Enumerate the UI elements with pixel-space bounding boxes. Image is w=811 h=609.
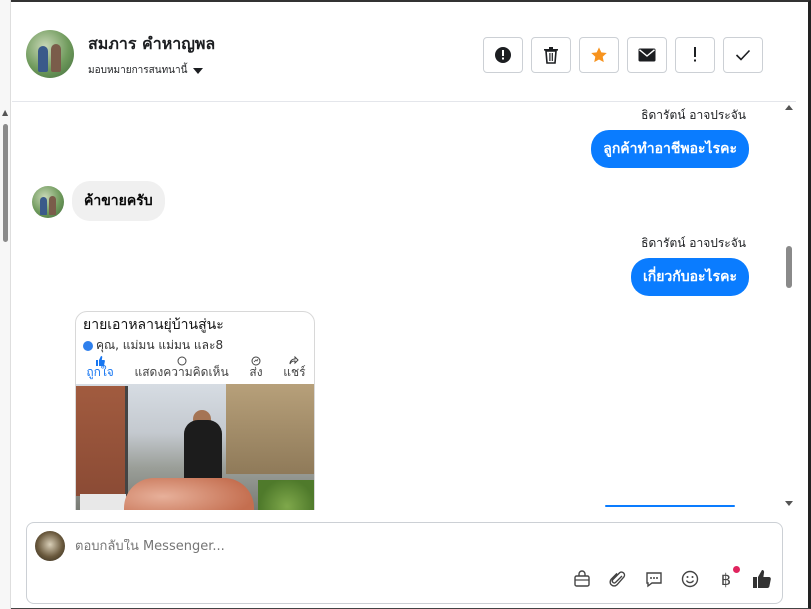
spam-button[interactable] <box>675 37 715 73</box>
baht-icon: ฿ <box>720 569 732 589</box>
reply-input[interactable] <box>75 539 675 554</box>
emoji-button[interactable] <box>680 569 700 589</box>
post-reactions: คุณ, แม่มน แม่มน และ8 <box>83 336 223 355</box>
reactions-text: คุณ, แม่มน แม่มน และ8 <box>96 338 224 352</box>
outgoing-message[interactable]: ลูกค้าทำอาชีพอะไรคะ <box>591 130 749 168</box>
check-icon <box>735 49 751 61</box>
paperclip-icon <box>609 571 626 587</box>
send-like-button[interactable] <box>752 569 772 589</box>
send-label: ส่ง <box>249 365 263 379</box>
left-scrollbar[interactable]: ▲ <box>0 0 11 609</box>
mail-icon <box>638 48 656 62</box>
like-label: ถูกใจ <box>86 365 114 379</box>
post-photo <box>76 384 314 510</box>
shop-button[interactable] <box>572 569 592 589</box>
mark-done-button[interactable] <box>723 37 763 73</box>
attach-button[interactable] <box>608 569 628 589</box>
post-like-action: ถูกใจ <box>86 356 114 384</box>
conversation-actions <box>483 37 763 73</box>
trash-icon <box>544 47 558 64</box>
outgoing-message-edge <box>605 505 735 507</box>
star-button[interactable] <box>579 37 619 73</box>
message-sender: ธิดารัตน์ อาจประจัน <box>641 236 746 250</box>
contact-avatar-small[interactable] <box>32 186 64 218</box>
scroll-down-arrow-icon[interactable] <box>785 501 793 506</box>
payment-button[interactable]: ฿ <box>716 566 740 589</box>
thumbs-up-icon <box>753 570 771 588</box>
post-send-action: ส่ง <box>249 356 263 384</box>
report-button[interactable] <box>483 37 523 73</box>
page-avatar <box>35 531 65 561</box>
message-sender: ธิดารัตน์ อาจประจัน <box>641 108 746 122</box>
assign-label: มอบหมายการสนทนานี้ <box>88 65 188 76</box>
contact-avatar[interactable] <box>26 30 74 78</box>
caret-down-icon <box>193 67 204 74</box>
share-label: แชร์ <box>283 365 306 379</box>
emoji-icon <box>681 570 699 588</box>
conversation-header: สมภาร คำหาญพล มอบหมายการสนทนานี้ <box>12 2 796 102</box>
alert-circle-icon <box>495 47 511 63</box>
incoming-message[interactable]: ค้าขายครับ <box>72 181 165 221</box>
thread-scrollbar[interactable] <box>783 103 796 510</box>
star-icon <box>591 47 607 63</box>
contact-name[interactable]: สมภาร คำหาญพล <box>88 32 215 57</box>
like-reaction-icon <box>83 340 93 351</box>
image-attachment[interactable]: ยายเอาหลานยุ่บ้านสู่นะ คุณ, แม่มน แม่มน … <box>75 311 315 510</box>
post-share-action: แชร์ <box>283 356 306 384</box>
composer-tools: ฿ <box>572 566 772 589</box>
post-action-bar: ถูกใจ แสดงความคิดเห็น ส่ง แชร์ <box>76 356 314 384</box>
message-thread[interactable]: ธิดารัตน์ อาจประจัน ลูกค้าทำอาชีพอะไรคะ … <box>12 103 783 510</box>
delete-button[interactable] <box>531 37 571 73</box>
outgoing-message[interactable]: เกี่ยวกับอะไรคะ <box>630 258 749 296</box>
exclamation-icon <box>694 47 696 62</box>
scroll-up-arrow-icon[interactable] <box>785 105 793 110</box>
assign-conversation-dropdown[interactable]: มอบหมายการสนทนานี้ <box>88 63 204 78</box>
saved-replies-button[interactable] <box>644 569 664 589</box>
thread-scrollbar-thumb[interactable] <box>786 246 792 288</box>
mark-unread-button[interactable] <box>627 37 667 73</box>
comment-label: แสดงความคิดเห็น <box>134 365 229 379</box>
post-comment-action: แสดงความคิดเห็น <box>135 356 229 384</box>
reply-composer: ฿ <box>26 522 783 604</box>
scroll-up-icon[interactable]: ▲ <box>2 108 8 117</box>
notification-dot <box>733 566 740 573</box>
post-title: ยายเอาหลานยุ่บ้านสู่นะ <box>83 317 224 333</box>
bag-icon <box>574 570 590 587</box>
chat-icon <box>646 572 662 588</box>
left-scrollbar-thumb[interactable] <box>3 124 8 242</box>
